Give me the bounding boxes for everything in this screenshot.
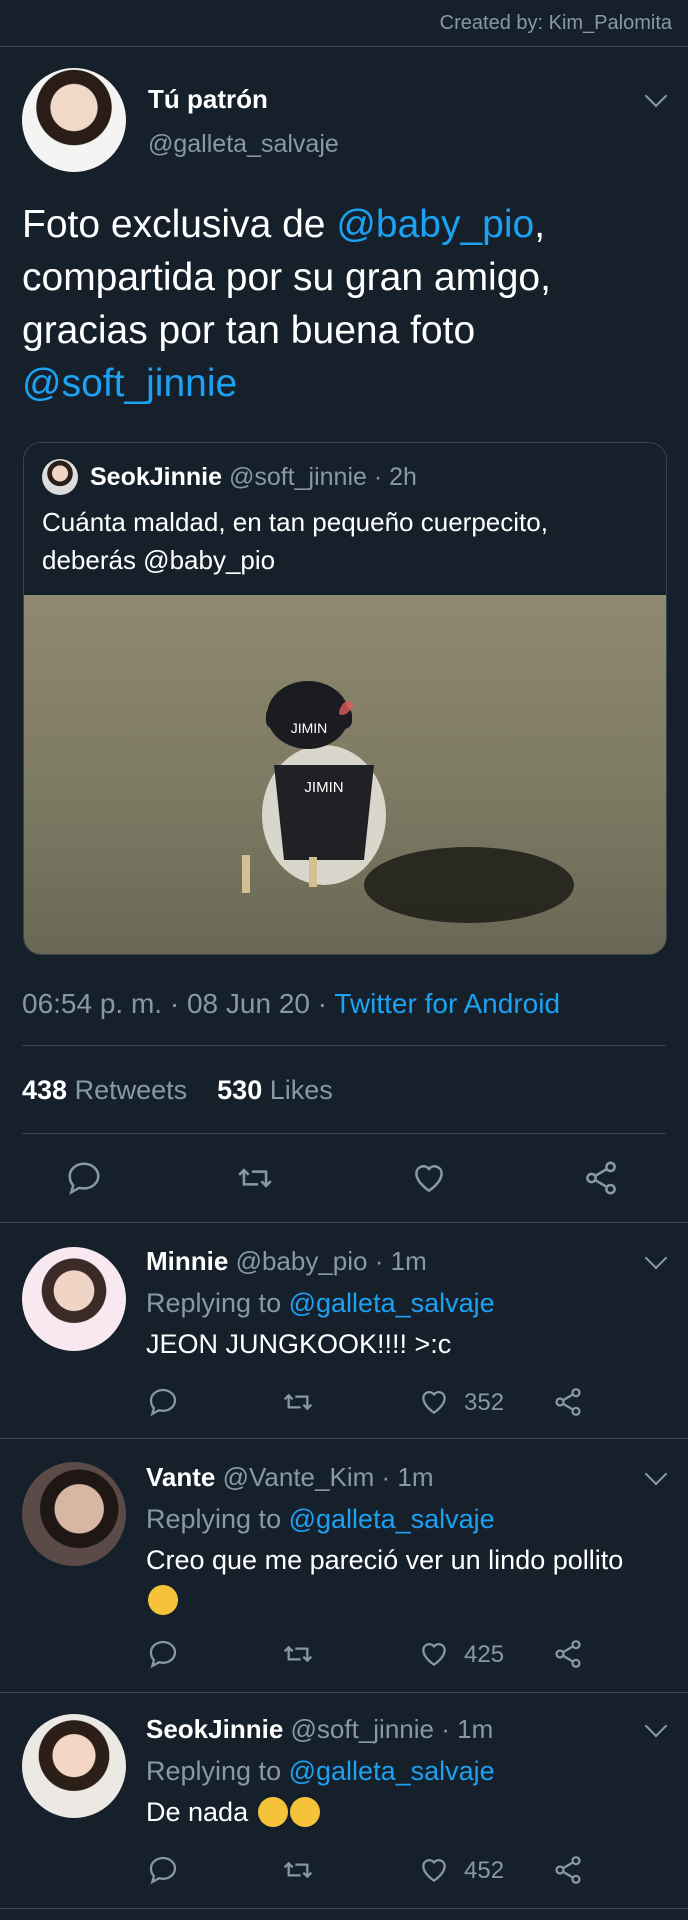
share-icon[interactable] [582, 1159, 620, 1197]
mention-link[interactable]: @galleta_salvaje [289, 1504, 495, 1534]
reply-time: · 1m [381, 1462, 434, 1492]
reply-author-handle[interactable]: @Vante_Kim [223, 1462, 375, 1492]
mention-link[interactable]: @galleta_salvaje [289, 1756, 495, 1786]
quote-author-name: SeokJinnie [90, 463, 222, 491]
heart-icon[interactable] [410, 1159, 448, 1197]
mention-link[interactable]: @galleta_salvaje [289, 1288, 495, 1318]
avatar[interactable] [22, 1714, 126, 1818]
divider [0, 1908, 688, 1909]
replying-label: Replying to [146, 1756, 282, 1786]
reply-author-name[interactable]: Vante [146, 1462, 215, 1492]
heart-icon[interactable] [418, 1854, 450, 1886]
reply-icon[interactable] [147, 1386, 179, 1418]
divider [22, 1133, 666, 1134]
avatar[interactable] [22, 1462, 126, 1566]
retweet-count[interactable]: 438 [22, 1075, 67, 1105]
share-icon[interactable] [552, 1638, 584, 1670]
chevron-down-icon[interactable] [644, 1246, 668, 1270]
tweet-text-part: compartida por su gran amigo, [22, 256, 551, 299]
likes-label[interactable]: Likes [270, 1075, 333, 1105]
share-icon[interactable] [552, 1386, 584, 1418]
tweet-time: 06:54 p. m. [22, 988, 163, 1019]
reply-icon[interactable] [147, 1638, 179, 1670]
chevron-down-icon[interactable] [644, 1462, 668, 1486]
divider [0, 1438, 688, 1439]
header-divider [0, 46, 688, 47]
hat-text: JIMIN [291, 720, 328, 736]
reply-text: JEON JUNGKOOK!!!! >:c [146, 1329, 452, 1359]
reply-author-name[interactable]: SeokJinnie [146, 1714, 283, 1744]
chevron-down-icon[interactable] [644, 84, 668, 108]
author-name[interactable]: Tú patrón [148, 84, 268, 115]
reply-author-name[interactable]: Minnie [146, 1246, 228, 1276]
source-link[interactable]: Twitter for Android [334, 988, 560, 1019]
retweet-icon[interactable] [282, 1386, 314, 1418]
action-bar: 425 [0, 1634, 688, 1674]
retweet-icon[interactable] [282, 1854, 314, 1886]
retweet-icon[interactable] [282, 1638, 314, 1670]
divider [0, 1222, 688, 1223]
quoted-tweet[interactable]: SeokJinnie @soft_jinnie · 2h Cuánta mald… [23, 442, 667, 955]
divider [0, 1692, 688, 1693]
reply-text: De nada [146, 1797, 249, 1827]
reply-author-handle[interactable]: @baby_pio [236, 1246, 368, 1276]
pleading-face-emoji [148, 1585, 178, 1615]
winking-face-emoji [257, 1797, 288, 1827]
reply-time: · 1m [374, 1246, 427, 1276]
mention-link[interactable]: @baby_pio [336, 203, 534, 246]
heart-icon[interactable] [418, 1386, 450, 1418]
divider [22, 1045, 666, 1046]
like-count[interactable]: 530 [217, 1075, 262, 1105]
reply-icon[interactable] [65, 1159, 103, 1197]
replying-label: Replying to [146, 1504, 282, 1534]
reply-icon[interactable] [147, 1854, 179, 1886]
reply-time: · 1m [441, 1714, 494, 1744]
quote-time: · 2h [373, 463, 417, 491]
chevron-down-icon[interactable] [644, 1714, 668, 1738]
avatar[interactable] [22, 68, 126, 172]
like-count: 452 [464, 1857, 505, 1884]
reply-text: Creo que me pareció ver un lindo pollito [146, 1545, 624, 1575]
tweet-date: · 08 Jun 20 · [169, 988, 328, 1019]
tweet-text-part: , [534, 203, 546, 246]
quote-text: Cuánta maldad, en tan pequeño cuerpecito… [42, 507, 548, 575]
like-count: 425 [464, 1641, 505, 1668]
action-bar: 452 [0, 1850, 688, 1890]
mention-link[interactable]: @soft_jinnie [22, 362, 237, 405]
tweet-text-part: gracias por tan buena foto [22, 309, 476, 352]
tweet-text: Foto exclusiva de @baby_pio, compartida … [22, 198, 662, 410]
tweet-stats: 438 Retweets 530 Likes [22, 1075, 333, 1106]
author-handle[interactable]: @galleta_salvaje [148, 130, 339, 159]
tweet-meta: 06:54 p. m. · 08 Jun 20 · Twitter for An… [22, 988, 560, 1020]
laughing-face-emoji [289, 1797, 320, 1827]
like-count: 352 [464, 1389, 505, 1416]
quote-avatar [42, 459, 78, 495]
avatar[interactable] [22, 1247, 126, 1351]
quote-author-handle: @soft_jinnie [228, 463, 367, 491]
action-bar [0, 1155, 688, 1199]
vest-text: JIMIN [304, 779, 343, 796]
share-icon[interactable] [552, 1854, 584, 1886]
reply-author-handle[interactable]: @soft_jinnie [291, 1714, 434, 1744]
tweet-text-part: Foto exclusiva de [22, 203, 337, 246]
retweets-label[interactable]: Retweets [75, 1075, 188, 1105]
action-bar: 352 [0, 1382, 688, 1422]
retweet-icon[interactable] [236, 1159, 274, 1197]
quote-image[interactable]: JIMIN JIMIN [24, 595, 666, 954]
heart-icon[interactable] [418, 1638, 450, 1670]
replying-label: Replying to [146, 1288, 282, 1318]
credit-text: Created by: Kim_Palomita [439, 12, 672, 34]
